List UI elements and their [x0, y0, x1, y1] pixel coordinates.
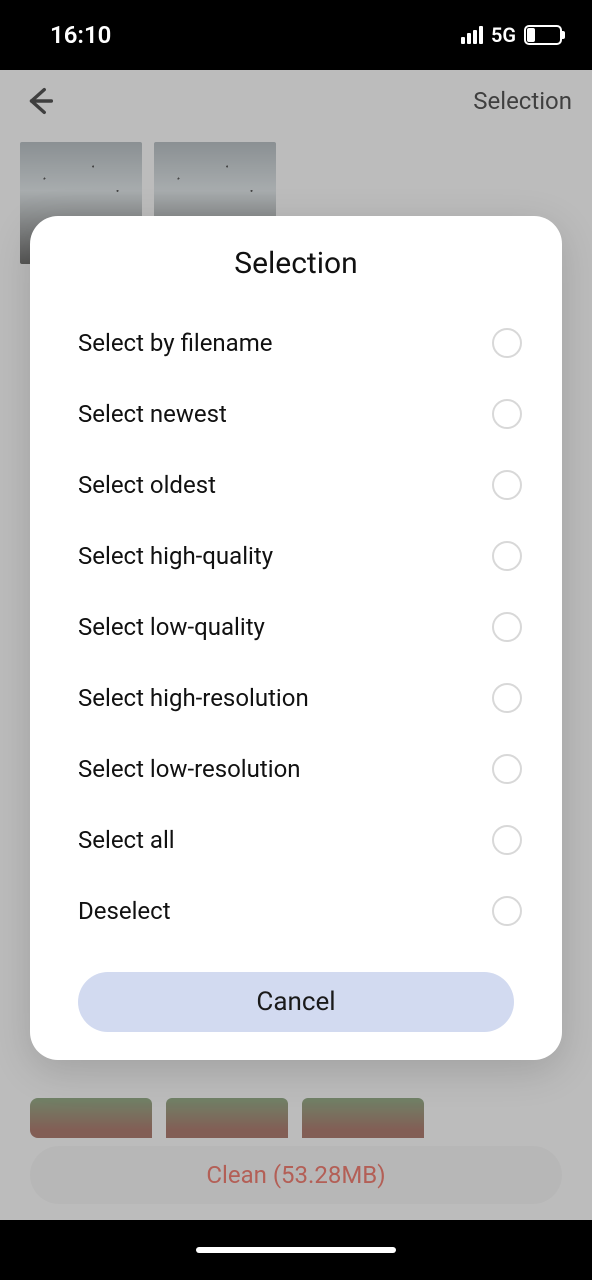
option-select-low-resolution[interactable]: Select low-resolution — [78, 733, 522, 804]
radio-icon — [492, 896, 522, 926]
option-label: Select newest — [78, 400, 227, 428]
option-label: Select high-quality — [78, 542, 273, 570]
radio-icon — [492, 754, 522, 784]
status-indicators: 5G 22 — [461, 23, 562, 47]
modal-title: Selection — [30, 246, 562, 281]
option-label: Deselect — [78, 897, 171, 925]
cancel-button[interactable]: Cancel — [78, 972, 514, 1032]
option-select-by-filename[interactable]: Select by filename — [78, 307, 522, 378]
option-select-oldest[interactable]: Select oldest — [78, 449, 522, 520]
status-bar: 16:10 5G 22 — [0, 0, 592, 70]
radio-icon — [492, 683, 522, 713]
option-select-low-quality[interactable]: Select low-quality — [78, 591, 522, 662]
option-label: Select oldest — [78, 471, 216, 499]
home-indicator[interactable] — [196, 1247, 396, 1253]
signal-icon — [461, 26, 483, 44]
radio-icon — [492, 470, 522, 500]
option-label: Select low-resolution — [78, 755, 301, 783]
option-list: Select by filename Select newest Select … — [30, 307, 562, 946]
radio-icon — [492, 399, 522, 429]
option-label: Select low-quality — [78, 613, 265, 641]
radio-icon — [492, 825, 522, 855]
option-select-all[interactable]: Select all — [78, 804, 522, 875]
cancel-button-label: Cancel — [256, 987, 335, 1017]
status-time: 16:10 — [50, 21, 111, 49]
radio-icon — [492, 328, 522, 358]
option-label: Select high-resolution — [78, 684, 309, 712]
battery-icon: 22 — [524, 25, 562, 45]
option-label: Select by filename — [78, 329, 273, 357]
option-label: Select all — [78, 826, 175, 854]
option-select-high-resolution[interactable]: Select high-resolution — [78, 662, 522, 733]
network-type: 5G — [491, 23, 516, 47]
option-select-high-quality[interactable]: Select high-quality — [78, 520, 522, 591]
radio-icon — [492, 612, 522, 642]
battery-level: 22 — [536, 28, 550, 42]
option-deselect[interactable]: Deselect — [78, 875, 522, 946]
selection-modal: Selection Select by filename Select newe… — [30, 216, 562, 1060]
home-bar-area — [0, 1220, 592, 1280]
radio-icon — [492, 541, 522, 571]
option-select-newest[interactable]: Select newest — [78, 378, 522, 449]
